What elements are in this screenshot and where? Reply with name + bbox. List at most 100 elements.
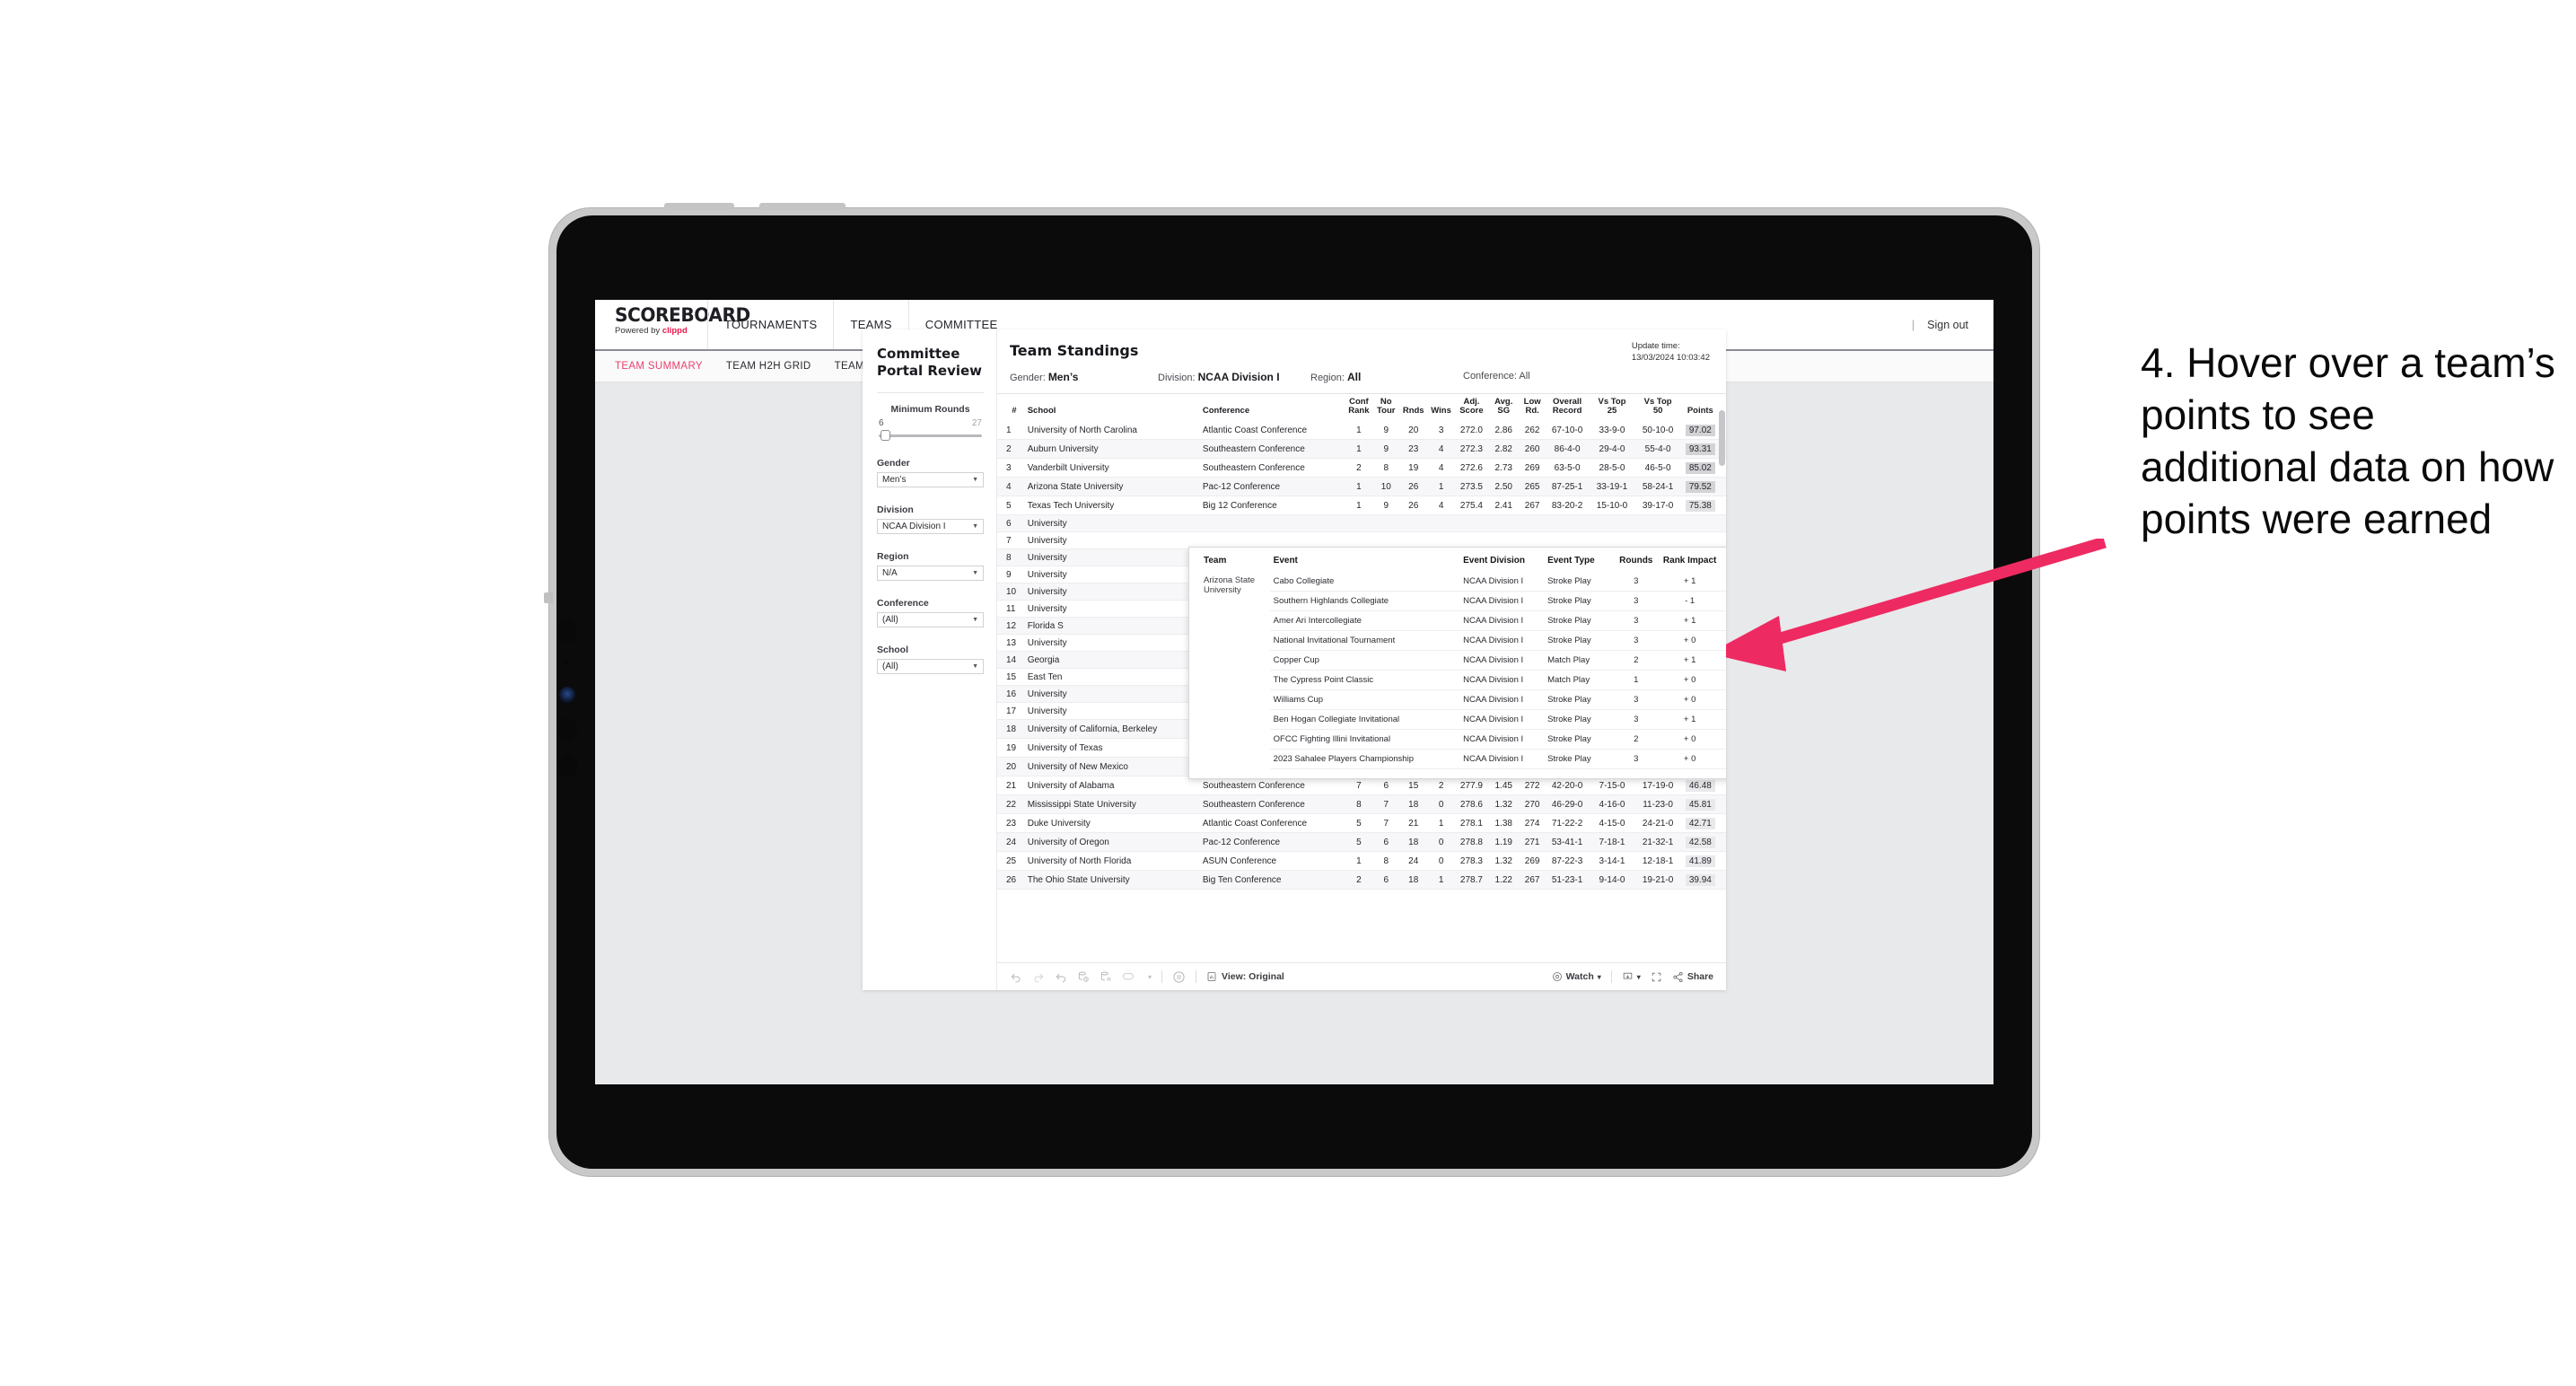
minimum-rounds-slider[interactable] bbox=[879, 430, 982, 441]
school-select[interactable]: (All) ▼ bbox=[877, 659, 984, 674]
table-row[interactable]: 4 Arizona State University Pac-12 Conferen… bbox=[997, 477, 1726, 496]
pause-auto-update-icon[interactable] bbox=[1172, 970, 1186, 984]
revert-icon[interactable] bbox=[1055, 970, 1067, 983]
brand-logo[interactable]: SCOREBOARD Powered by clippd bbox=[595, 300, 750, 349]
cell-rnds: 24 bbox=[1399, 851, 1428, 871]
highlight-icon[interactable] bbox=[1122, 970, 1138, 983]
col-adj-score[interactable]: Adj. Score bbox=[1455, 394, 1488, 421]
region-select[interactable]: N/A ▼ bbox=[877, 566, 984, 581]
redo-icon[interactable] bbox=[1032, 970, 1045, 983]
tooltip-col-event-division: Event Division bbox=[1463, 556, 1526, 566]
points-value[interactable]: 45.81 bbox=[1685, 798, 1715, 811]
toolbar-divider-3 bbox=[1610, 970, 1612, 983]
cell-pts[interactable]: 42.71 bbox=[1680, 813, 1726, 833]
refresh-data-icon[interactable] bbox=[1077, 970, 1090, 983]
col-rnds[interactable]: Rnds bbox=[1399, 394, 1427, 421]
cell-school: University of North Florida bbox=[1024, 851, 1200, 871]
points-value[interactable]: 79.52 bbox=[1685, 480, 1715, 493]
cell-pts[interactable]: 75.38 bbox=[1680, 496, 1726, 515]
cell-pts[interactable]: 79.52 bbox=[1680, 477, 1726, 496]
cell-n: 20 bbox=[997, 757, 1025, 776]
slider-handle[interactable] bbox=[881, 430, 890, 441]
sensor-dot-icon bbox=[564, 660, 570, 666]
col-avg-sg[interactable]: Avg. SG bbox=[1488, 394, 1520, 421]
col-school[interactable]: School bbox=[1025, 394, 1200, 421]
col-wins[interactable]: Wins bbox=[1427, 394, 1455, 421]
table-row[interactable]: 6 University bbox=[997, 514, 1726, 532]
points-value[interactable]: 42.71 bbox=[1685, 817, 1715, 829]
cell-n: 4 bbox=[997, 477, 1025, 496]
watch-button[interactable]: Watch ▾ bbox=[1552, 971, 1601, 982]
table-vertical-scrollbar[interactable] bbox=[1719, 410, 1725, 466]
tooltip-cell-division: NCAA Division I bbox=[1459, 572, 1545, 592]
sign-out-link[interactable]: Sign out bbox=[1927, 319, 1968, 331]
cell-pts[interactable]: 42.58 bbox=[1680, 832, 1726, 852]
col-vs-top-25[interactable]: Vs Top 25 bbox=[1589, 394, 1634, 421]
col-conf-rank[interactable]: Conf Rank bbox=[1345, 394, 1372, 421]
points-value[interactable]: 41.89 bbox=[1685, 855, 1715, 867]
table-row[interactable]: 3 Vanderbilt University Southeastern Confe… bbox=[997, 458, 1726, 478]
cell-low: 274 bbox=[1519, 813, 1546, 833]
points-value[interactable]: 85.02 bbox=[1685, 461, 1715, 474]
tooltip-cell-points: 159.63 bbox=[1721, 572, 1726, 592]
tooltip-col-w-points: W Points bbox=[1721, 556, 1726, 572]
gender-select[interactable]: Men’s ▼ bbox=[877, 472, 984, 487]
cell-rec: 67-10-0 bbox=[1545, 421, 1590, 440]
col-conference[interactable]: Conference bbox=[1200, 394, 1345, 421]
col-number[interactable]: # bbox=[997, 394, 1025, 421]
table-row[interactable]: 22 Mississippi State University Southeaste… bbox=[997, 794, 1726, 814]
points-value[interactable]: 42.58 bbox=[1685, 836, 1715, 848]
col-low-rd[interactable]: Low Rd. bbox=[1520, 394, 1546, 421]
table-row[interactable]: 2 Auburn University Southeastern Conferenc… bbox=[997, 439, 1726, 459]
cell-conf: Southeastern Conference bbox=[1199, 458, 1345, 478]
table-row[interactable]: 23 Duke University Atlantic Coast Conferen… bbox=[997, 813, 1726, 833]
cell-rank: 1 bbox=[1345, 851, 1373, 871]
fullscreen-button[interactable] bbox=[1651, 971, 1662, 983]
division-select[interactable]: NCAA Division I ▼ bbox=[877, 519, 984, 534]
points-value[interactable]: 97.02 bbox=[1685, 424, 1715, 436]
tooltip-cell-rounds: 3 bbox=[1613, 591, 1659, 611]
pause-data-icon[interactable] bbox=[1100, 970, 1112, 983]
cell-pts[interactable] bbox=[1680, 514, 1726, 532]
cell-adj: 278.8 bbox=[1454, 832, 1488, 852]
toolbar-right-group: Watch ▾ ▾ Share bbox=[1552, 970, 1713, 983]
cell-rec: 63-5-0 bbox=[1545, 458, 1590, 478]
points-value[interactable]: 75.38 bbox=[1685, 499, 1715, 512]
table-row[interactable]: 1 University of North Carolina Atlantic Co… bbox=[997, 421, 1726, 440]
dashboard-card: Committee Portal Review Minimum Rounds 6… bbox=[863, 329, 1726, 990]
tooltip-cell-type: Match Play bbox=[1544, 670, 1614, 690]
points-value[interactable]: 39.94 bbox=[1685, 873, 1715, 886]
filter-group-conference: Conference (All) ▼ bbox=[877, 598, 984, 627]
view-original-button[interactable]: View: Original bbox=[1206, 971, 1284, 982]
table-row[interactable]: 24 University of Oregon Pac-12 Conference 5… bbox=[997, 832, 1726, 852]
tooltip-cell-impact: + 1 bbox=[1658, 650, 1722, 671]
chevron-down-icon[interactable]: ▾ bbox=[1148, 973, 1152, 981]
points-value[interactable]: 46.48 bbox=[1685, 779, 1715, 792]
cell-pts[interactable]: 45.81 bbox=[1680, 794, 1726, 814]
conference-select[interactable]: (All) ▼ bbox=[877, 612, 984, 627]
tooltip-cell-impact: + 1 bbox=[1658, 610, 1722, 631]
cell-pts[interactable]: 39.94 bbox=[1680, 870, 1726, 890]
points-value[interactable]: 93.31 bbox=[1685, 443, 1715, 455]
table-row[interactable]: 25 University of North Florida ASUN Confer… bbox=[997, 851, 1726, 871]
page-title: Team Standings bbox=[1010, 342, 1139, 359]
tooltip-cell-type: Stroke Play bbox=[1544, 591, 1614, 611]
cell-sg: 2.41 bbox=[1487, 496, 1520, 515]
table-row[interactable]: 5 Texas Tech University Big 12 Conference 1… bbox=[997, 496, 1726, 515]
tab-team-summary[interactable]: TEAM SUMMARY bbox=[615, 361, 703, 372]
nav-item-tournaments[interactable]: TOURNAMENTS bbox=[707, 300, 833, 349]
table-row[interactable]: 26 The Ohio State University Big Ten Confe… bbox=[997, 870, 1726, 890]
col-overall-record[interactable]: Overall Record bbox=[1546, 394, 1590, 421]
cell-tour: 8 bbox=[1372, 851, 1400, 871]
tab-team-h2h-grid[interactable]: TEAM H2H GRID bbox=[726, 361, 811, 372]
col-no-tour[interactable]: No Tour bbox=[1372, 394, 1399, 421]
tooltip-cell-rounds: 2 bbox=[1613, 650, 1659, 671]
share-button[interactable]: Share bbox=[1672, 971, 1713, 983]
cell-pts[interactable]: 41.89 bbox=[1680, 851, 1726, 871]
col-vs-top-50[interactable]: Vs Top 50 bbox=[1635, 394, 1681, 421]
download-button[interactable]: ▾ bbox=[1622, 971, 1641, 983]
cell-low bbox=[1519, 514, 1546, 532]
cell-wins: 0 bbox=[1427, 832, 1455, 852]
cell-tour: 7 bbox=[1372, 813, 1400, 833]
undo-icon[interactable] bbox=[1010, 970, 1022, 983]
